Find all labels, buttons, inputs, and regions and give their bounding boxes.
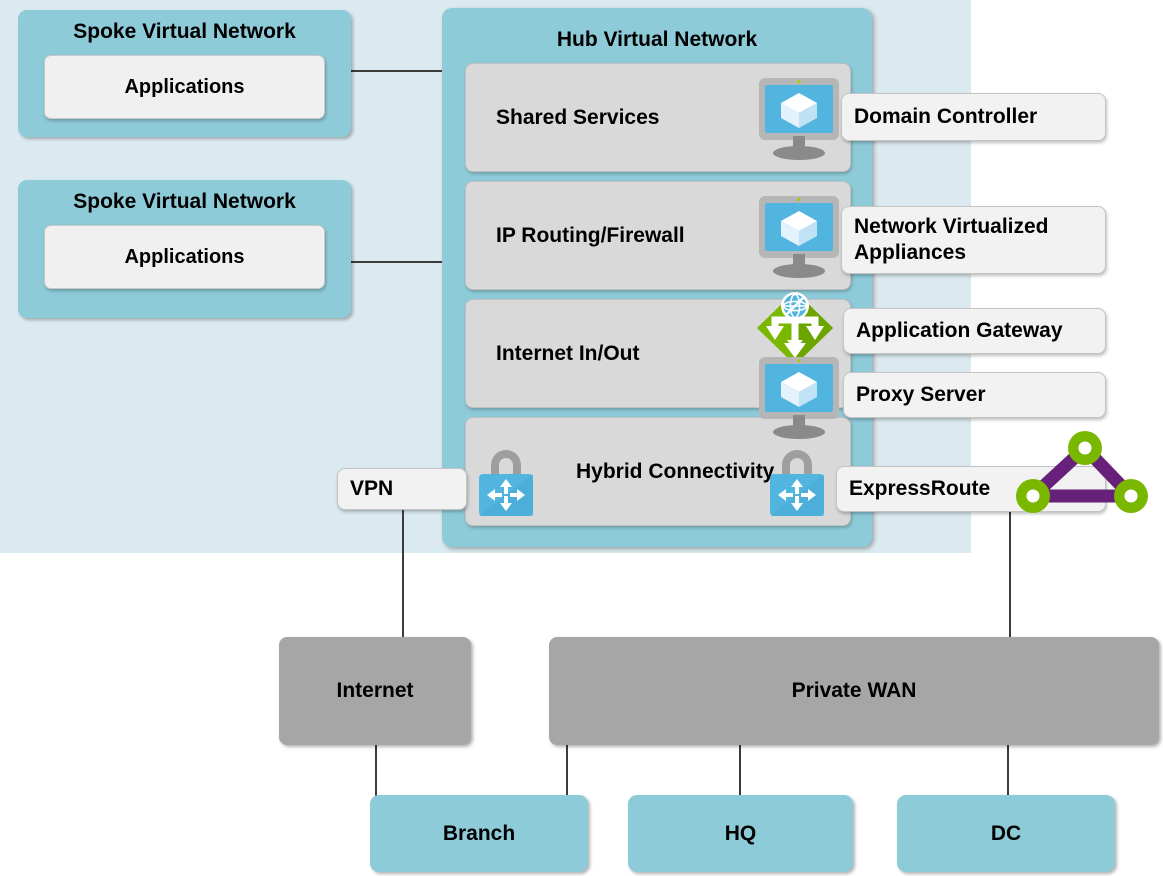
connector-expressroute-to-private-wan xyxy=(1009,512,1011,638)
branch-label: Branch xyxy=(442,821,516,845)
spoke-virtual-network-1[interactable]: Spoke Virtual Network Applications xyxy=(18,10,351,137)
callout-vpn[interactable]: VPN xyxy=(337,468,467,510)
callout-domain-controller[interactable]: Domain Controller xyxy=(841,93,1106,141)
site-dc[interactable]: DC xyxy=(897,795,1115,872)
dc-label: DC xyxy=(990,821,1022,845)
callout-application-gateway[interactable]: Application Gateway xyxy=(843,308,1106,354)
hybrid-connectivity-label: Hybrid Connectivity xyxy=(576,459,775,483)
network-virtualized-appliances-label: Network Virtualized Appliances xyxy=(854,214,1049,264)
connector-spoke1-to-hub xyxy=(351,70,452,72)
vpn-gateway-lock-icon xyxy=(475,443,537,517)
site-branch[interactable]: Branch xyxy=(370,795,588,872)
internet-in-out-label: Internet In/Out xyxy=(496,341,640,365)
expressroute-label: ExpressRoute xyxy=(849,476,991,500)
vm-monitor-icon xyxy=(757,76,841,164)
spoke-1-title: Spoke Virtual Network xyxy=(73,20,296,43)
spoke-1-applications[interactable]: Applications xyxy=(44,55,325,119)
callout-proxy-server[interactable]: Proxy Server xyxy=(843,372,1106,418)
internet-cloud[interactable]: Internet xyxy=(279,637,471,745)
private-wan-cloud[interactable]: Private WAN xyxy=(549,637,1159,745)
application-gateway-label: Application Gateway xyxy=(856,318,1063,342)
connector-internet-to-branch xyxy=(375,745,377,797)
connector-private-wan-to-hq xyxy=(739,745,741,797)
vpn-label: VPN xyxy=(350,476,394,500)
internet-label: Internet xyxy=(336,679,414,702)
callout-network-virtualized-appliances[interactable]: Network Virtualized Appliances xyxy=(841,206,1106,274)
site-hq[interactable]: HQ xyxy=(628,795,853,872)
connector-private-wan-to-branch xyxy=(566,745,568,797)
expressroute-gateway-lock-icon xyxy=(766,443,828,517)
private-wan-label: Private WAN xyxy=(791,679,917,702)
spoke-2-applications[interactable]: Applications xyxy=(44,225,325,289)
vm-monitor-icon xyxy=(757,355,841,443)
expressroute-network-icon xyxy=(1013,430,1148,518)
connector-vpn-to-internet xyxy=(402,508,404,638)
connector-spoke2-to-hub xyxy=(351,261,452,263)
domain-controller-label: Domain Controller xyxy=(854,104,1038,128)
spoke-virtual-network-2[interactable]: Spoke Virtual Network Applications xyxy=(18,180,351,318)
spoke-2-title: Spoke Virtual Network xyxy=(73,190,296,213)
hq-label: HQ xyxy=(724,821,757,845)
ip-routing-firewall-label: IP Routing/Firewall xyxy=(496,223,685,247)
hub-title: Hub Virtual Network xyxy=(556,28,758,51)
proxy-server-label: Proxy Server xyxy=(856,382,986,406)
vm-monitor-icon xyxy=(757,194,841,282)
diagram-canvas: Spoke Virtual Network Applications Spoke… xyxy=(0,0,1163,876)
connector-private-wan-to-dc xyxy=(1007,745,1009,797)
shared-services-label: Shared Services xyxy=(496,105,660,129)
